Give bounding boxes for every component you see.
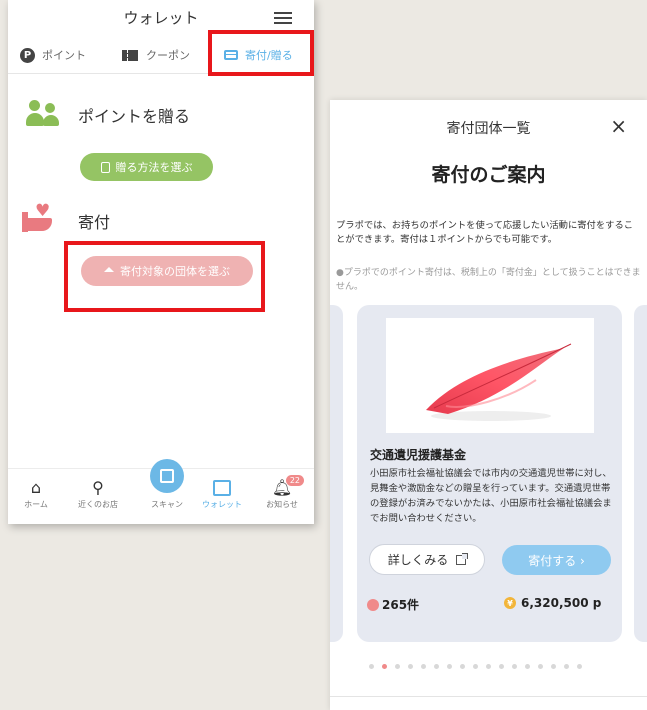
nav-label: ホーム <box>24 500 48 509</box>
tab-point[interactable]: P ポイント <box>20 44 86 66</box>
header: ウォレット <box>8 0 314 34</box>
pager-dot[interactable] <box>434 664 439 669</box>
pager-dot[interactable] <box>447 664 452 669</box>
org-name: 交通遺児援護基金 <box>370 448 467 462</box>
count-value: 265件 <box>382 598 420 612</box>
nav-label: ウォレット <box>202 500 242 509</box>
pager-dot[interactable] <box>551 664 556 669</box>
pager-dot[interactable] <box>473 664 478 669</box>
external-link-icon <box>456 552 469 565</box>
coupon-icon <box>122 49 138 61</box>
gift-icon <box>100 161 110 173</box>
tab-label: クーポン <box>146 49 190 62</box>
pager-dot[interactable] <box>421 664 426 669</box>
donate-section-title: 寄付 <box>78 213 111 232</box>
donation-count: 265件 <box>367 596 419 613</box>
donate-hand-icon: ♥ <box>22 203 58 233</box>
pager-dot[interactable] <box>486 664 491 669</box>
nav-notice[interactable]: 🔔︎ 22 お知らせ <box>252 475 312 510</box>
nav-wallet[interactable]: ウォレット <box>192 477 252 510</box>
pager-dot[interactable] <box>382 664 387 669</box>
bottom-nav: ⌂ ホーム ⚲ 近くのお店 スキャン ウォレット 🔔︎ 22 お知らせ <box>6 459 314 524</box>
nav-scan[interactable]: スキャン <box>139 459 195 510</box>
wallet-icon <box>192 477 252 499</box>
button-label: 贈る方法を選ぶ <box>115 161 193 174</box>
button-label: 寄付する › <box>528 553 585 568</box>
nav-label: スキャン <box>151 500 183 509</box>
prev-card-peek[interactable] <box>330 305 343 642</box>
highlight-box-tab <box>208 30 314 76</box>
pager-dot[interactable] <box>460 664 465 669</box>
nav-nearby[interactable]: ⚲ 近くのお店 <box>68 477 128 510</box>
pager-dot[interactable] <box>538 664 543 669</box>
menu-icon[interactable] <box>274 12 292 27</box>
page-title: ウォレット <box>123 9 199 27</box>
pager-dot[interactable] <box>499 664 504 669</box>
feather-image <box>386 318 594 433</box>
intro-text: プラポでは、お持ちのポイントを使って応援したい活動に寄付をすることができます。寄… <box>336 220 634 246</box>
tab-coupon[interactable]: クーポン <box>122 44 190 66</box>
button-label: 詳しくみる <box>387 553 449 567</box>
next-card-peek[interactable] <box>634 305 647 642</box>
pager-dot[interactable] <box>369 664 374 669</box>
donation-list-screen: 寄付団体一覧 × 寄付のご案内 プラポでは、お持ちのポイントを使って応援したい活… <box>330 100 647 710</box>
gift-section-title: ポイントを贈る <box>78 107 191 126</box>
divider <box>330 696 647 697</box>
heart-badge-icon <box>367 598 379 611</box>
pager-dot[interactable] <box>408 664 413 669</box>
nav-home[interactable]: ⌂ ホーム <box>6 477 66 510</box>
choose-gift-method-button[interactable]: 贈る方法を選ぶ <box>80 153 213 181</box>
amount-value: 6,320,500 p <box>521 596 602 610</box>
tax-note: ●プラポでのポイント寄付は、税制上の「寄付金」として扱うことはできません。 <box>336 268 641 292</box>
notification-badge: 22 <box>285 475 304 486</box>
view-details-button[interactable]: 詳しくみる <box>369 544 485 575</box>
tab-label: ポイント <box>42 49 86 62</box>
carousel-pager[interactable] <box>369 664 590 669</box>
wallet-screen: ウォレット P ポイント クーポン 寄付/贈る ポイントを贈る 贈る方法を選ぶ … <box>8 0 314 524</box>
people-icon <box>26 100 62 128</box>
pager-dot[interactable] <box>395 664 400 669</box>
qr-scan-icon <box>150 459 184 493</box>
highlight-box-donate <box>64 241 265 312</box>
pager-dot[interactable] <box>525 664 530 669</box>
page-title: 寄付のご案内 <box>431 164 546 186</box>
donation-org-card: 交通遺児援護基金 小田原市社会福祉協議会では市内の交通遺児世帯に対し、見舞金や激… <box>357 305 622 642</box>
org-description: 小田原市社会福祉協議会では市内の交通遺児世帯に対し、見舞金や激励金などの贈呈を行… <box>370 468 612 524</box>
pager-dot[interactable] <box>512 664 517 669</box>
yen-coin-icon: ¥ <box>504 597 516 609</box>
nav-label: お知らせ <box>266 500 298 509</box>
pager-dot[interactable] <box>577 664 582 669</box>
nav-label: 近くのお店 <box>78 500 118 509</box>
point-icon: P <box>20 47 35 63</box>
close-icon[interactable]: × <box>610 114 627 138</box>
modal-header: 寄付団体一覧 <box>446 121 531 137</box>
location-pin-icon: ⚲ <box>92 478 104 497</box>
donation-amount: ¥ 6,320,500 p <box>504 596 601 610</box>
pager-dot[interactable] <box>564 664 569 669</box>
home-icon: ⌂ <box>30 478 42 497</box>
donate-button[interactable]: 寄付する › <box>502 545 611 575</box>
